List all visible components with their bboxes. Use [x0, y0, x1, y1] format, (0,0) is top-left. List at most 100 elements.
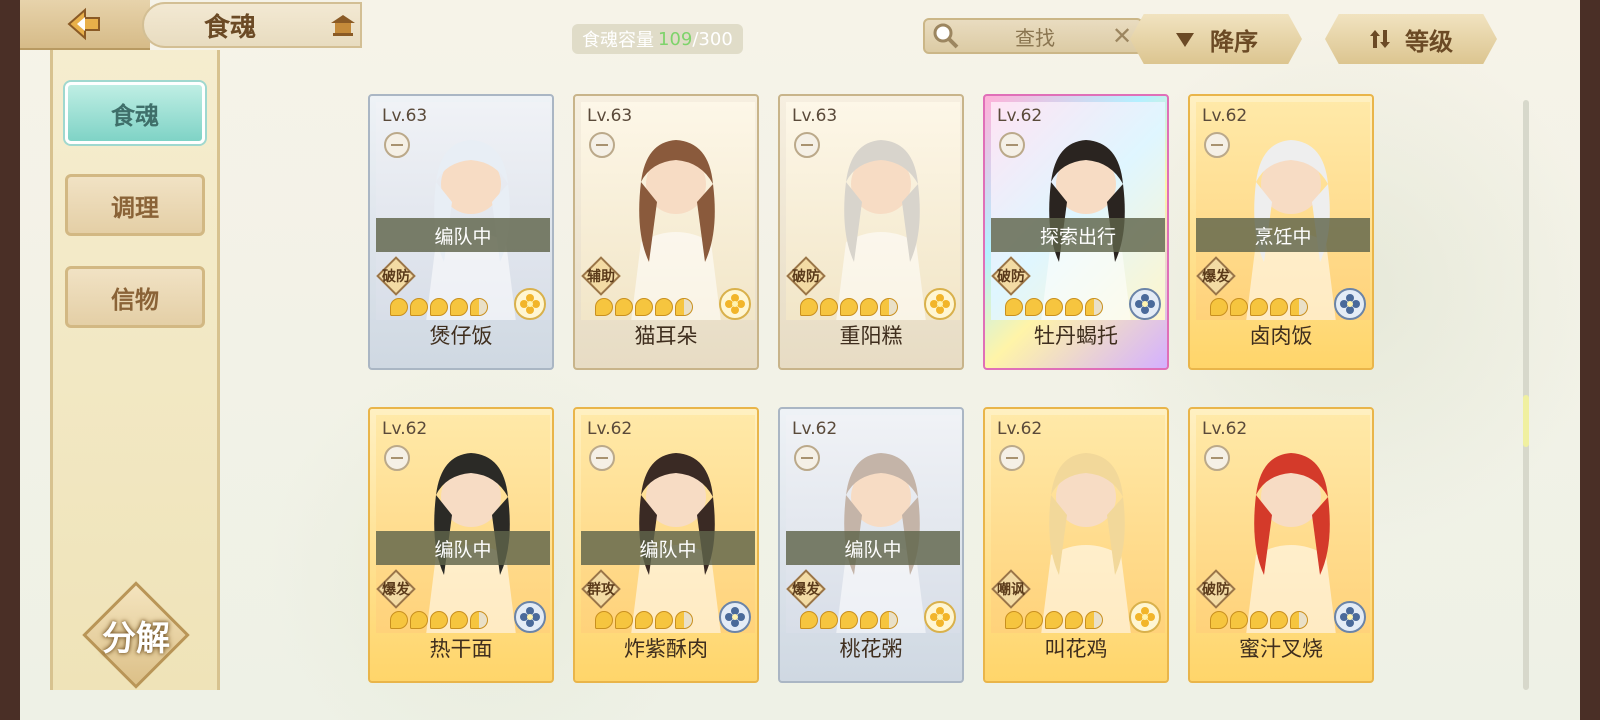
status-banner: 编队中: [786, 531, 960, 565]
star-icon: [800, 611, 818, 629]
tab-tokens[interactable]: 信物: [65, 266, 205, 328]
food-soul-card[interactable]: Lv.62 嘲讽 叫花鸡: [983, 407, 1169, 683]
role-tag: 破防: [376, 256, 416, 296]
character-portrait: Lv.62 编队中 爆发: [376, 415, 550, 633]
status-banner: 探索出行: [991, 218, 1165, 252]
star-icon: [1045, 298, 1063, 316]
character-portrait: Lv.62 嘲讽: [991, 415, 1165, 633]
lock-toggle-icon[interactable]: [794, 132, 820, 158]
role-label: 嘲讽: [997, 582, 1025, 598]
half-star-icon: [675, 298, 693, 316]
sort-order-button[interactable]: 降序: [1130, 14, 1302, 64]
gold-flower-icon: [924, 601, 956, 633]
search-input[interactable]: 查找 ✕: [923, 18, 1143, 54]
sort-key-button[interactable]: 等级: [1325, 14, 1497, 64]
capacity-total: /300: [692, 28, 733, 50]
gold-flower-icon: [514, 288, 546, 320]
lock-toggle-icon[interactable]: [384, 445, 410, 471]
star-rating: [595, 611, 693, 629]
role-tag: 爆发: [1196, 256, 1236, 296]
star-icon: [450, 298, 468, 316]
star-icon: [1230, 611, 1248, 629]
level-label: Lv.63: [382, 106, 428, 126]
food-soul-card[interactable]: Lv.63 破防 重阳糕: [778, 94, 964, 370]
star-rating: [800, 611, 898, 629]
food-soul-card[interactable]: Lv.62 编队中 群攻 炸紫酥肉: [573, 407, 759, 683]
swap-arrows-icon: [1370, 30, 1390, 48]
food-soul-card[interactable]: Lv.62 编队中 爆发 热干面: [368, 407, 554, 683]
level-label: Lv.62: [997, 419, 1043, 439]
pavilion-icon: [331, 15, 355, 36]
status-banner: 编队中: [581, 531, 755, 565]
star-icon: [840, 611, 858, 629]
character-art: [1041, 453, 1131, 633]
star-icon: [860, 611, 878, 629]
role-label: 爆发: [1202, 269, 1230, 285]
food-soul-card[interactable]: Lv.62 探索出行 破防 牡丹蝎托: [983, 94, 1169, 370]
tab-conditioning[interactable]: 调理: [65, 174, 205, 236]
star-icon: [1025, 298, 1043, 316]
home-button[interactable]: [328, 10, 358, 40]
role-label: 爆发: [792, 582, 820, 598]
blue-flower-icon: [1334, 288, 1366, 320]
level-label: Lv.62: [997, 106, 1043, 126]
star-icon: [1005, 298, 1023, 316]
star-icon: [1065, 298, 1083, 316]
gold-flower-icon: [924, 288, 956, 320]
lock-toggle-icon[interactable]: [384, 132, 410, 158]
star-icon: [410, 611, 428, 629]
blue-flower-icon: [719, 601, 751, 633]
half-star-icon: [470, 298, 488, 316]
lock-toggle-icon[interactable]: [999, 132, 1025, 158]
tab-food-souls[interactable]: 食魂: [65, 82, 205, 144]
level-label: Lv.62: [382, 419, 428, 439]
lock-toggle-icon[interactable]: [1204, 132, 1230, 158]
blue-flower-icon: [1334, 601, 1366, 633]
role-label: 辅助: [587, 269, 615, 285]
lock-toggle-icon[interactable]: [589, 132, 615, 158]
food-soul-card[interactable]: Lv.62 烹饪中 爆发 卤肉饭: [1188, 94, 1374, 370]
lock-toggle-icon[interactable]: [589, 445, 615, 471]
role-tag: 破防: [786, 256, 826, 296]
decompose-button[interactable]: 分解: [81, 580, 191, 690]
page-title: 食魂: [204, 12, 257, 43]
role-tag: 破防: [1196, 569, 1236, 609]
star-icon: [390, 298, 408, 316]
scrollbar-thumb[interactable]: [1523, 395, 1529, 447]
blue-flower-icon: [514, 601, 546, 633]
lock-toggle-icon[interactable]: [999, 445, 1025, 471]
food-soul-card[interactable]: Lv.62 编队中 爆发 桃花粥: [778, 407, 964, 683]
role-label: 群攻: [587, 582, 615, 598]
tab-label: 信物: [111, 284, 159, 314]
capacity-counter: 食魂容量 109 /300: [572, 24, 743, 54]
star-icon: [1270, 611, 1288, 629]
star-rating: [390, 611, 488, 629]
clear-icon[interactable]: ✕: [1109, 22, 1135, 50]
character-art: [836, 140, 926, 320]
star-icon: [615, 298, 633, 316]
back-button[interactable]: [20, 0, 150, 50]
role-tag: 破防: [991, 256, 1031, 296]
level-label: Lv.62: [1202, 106, 1248, 126]
level-label: Lv.62: [587, 419, 633, 439]
half-star-icon: [675, 611, 693, 629]
decompose-label: 分解: [102, 618, 170, 659]
food-soul-card[interactable]: Lv.63 辅助 猫耳朵: [573, 94, 759, 370]
status-banner: 编队中: [376, 218, 550, 252]
capacity-current: 109: [658, 28, 693, 50]
star-icon: [655, 298, 673, 316]
star-icon: [1025, 611, 1043, 629]
character-art: [1246, 453, 1336, 633]
star-icon: [655, 611, 673, 629]
character-name: 卤肉饭: [1249, 324, 1313, 348]
character-name: 叫花鸡: [1044, 637, 1108, 661]
lock-toggle-icon[interactable]: [1204, 445, 1230, 471]
half-star-icon: [1290, 298, 1308, 316]
lock-toggle-icon[interactable]: [794, 445, 820, 471]
food-soul-card[interactable]: Lv.62 破防 蜜汁叉烧: [1188, 407, 1374, 683]
status-banner: 烹饪中: [1196, 218, 1370, 252]
star-icon: [840, 298, 858, 316]
star-icon: [430, 611, 448, 629]
gold-flower-icon: [719, 288, 751, 320]
food-soul-card[interactable]: Lv.63 编队中 破防 煲仔饭: [368, 94, 554, 370]
